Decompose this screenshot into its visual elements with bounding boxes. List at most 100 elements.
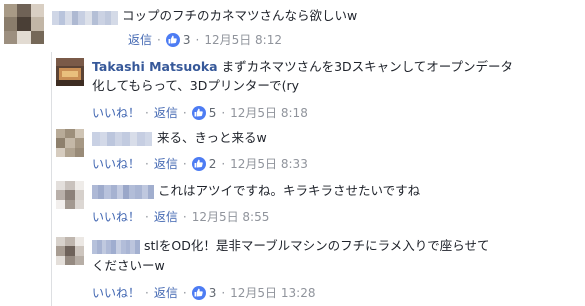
blur-pixel <box>74 190 84 200</box>
like-link[interactable]: いいね！ <box>92 208 140 225</box>
commenter-name-blurred[interactable] <box>92 185 155 199</box>
blur-pixel <box>65 246 75 256</box>
thumbs-up-icon <box>191 285 206 300</box>
avatar[interactable] <box>56 58 84 86</box>
timestamp[interactable]: 12月5日 8:33 <box>230 155 308 172</box>
blur-pixel <box>65 11 72 25</box>
like-count-badge[interactable]: 2 <box>191 156 216 171</box>
like-count-badge[interactable]: 3 <box>165 32 191 47</box>
reply-link[interactable]: 返信 <box>154 155 178 172</box>
like-count-badge[interactable]: 5 <box>191 105 216 120</box>
commenter-name[interactable]: Takashi Matsuoka <box>92 59 218 74</box>
blur-pixel <box>99 132 107 146</box>
blur-pixel <box>56 246 66 256</box>
comment-text: Takashi Matsuoka まずカネマツさんを3Dスキャンしてオープンデー… <box>92 57 513 76</box>
blur-pixel <box>30 4 44 18</box>
separator: · <box>182 156 187 171</box>
avatar[interactable] <box>56 181 84 209</box>
commenter-name-blurred[interactable] <box>92 132 152 146</box>
blur-pixel <box>56 255 66 265</box>
blur-pixel <box>135 240 140 254</box>
blur-pixel <box>56 237 66 247</box>
blur-pixel <box>98 11 105 25</box>
blur-pixel <box>147 185 155 199</box>
comment-1: コップのフチのカネマツさんなら欲しいw 返信 · 3 · 12月5日 8:12 <box>0 0 585 50</box>
separator: · <box>195 32 200 47</box>
avatar[interactable] <box>4 4 44 44</box>
like-link[interactable]: いいね！ <box>92 155 140 172</box>
separator: · <box>221 156 226 171</box>
blur-pixel <box>65 190 75 200</box>
avatar-blur <box>56 237 84 265</box>
blur-pixel <box>129 132 137 146</box>
timestamp[interactable]: 12月5日 8:12 <box>204 31 282 48</box>
comment-actions: いいね！ · 返信 · 3 · 12月5日 13:28 <box>92 284 315 301</box>
comment-5: stlをOD化！是非マーブルマシンのフチにラメ入りで座らせて くださいーw いい… <box>0 231 585 306</box>
blur-pixel <box>56 138 66 148</box>
comment-text: 来る、きっと来るw <box>157 130 267 145</box>
comment-3: 来る、きっと来るw いいね！ · 返信 · 2 · 12月5日 8:33 <box>0 125 585 175</box>
blur-pixel <box>114 132 122 146</box>
blur-pixel <box>58 11 66 25</box>
blur-pixel <box>30 17 44 31</box>
blur-pixel <box>122 132 130 146</box>
thumbs-up-icon <box>191 156 206 171</box>
avatar[interactable] <box>56 129 84 157</box>
commenter-name-blurred[interactable] <box>52 11 118 25</box>
avatar[interactable] <box>56 237 84 265</box>
blur-pixel <box>17 30 31 44</box>
blur-pixel <box>65 129 75 139</box>
comment-actions: 返信 · 3 · 12月5日 8:12 <box>128 31 282 48</box>
separator: · <box>145 209 149 224</box>
separator: · <box>145 105 149 120</box>
blur-pixel <box>65 138 75 148</box>
comment-text-line1: stlをOD化！是非マーブルマシンのフチにラメ入りで座らせて <box>144 238 490 253</box>
avatar-blur <box>4 4 44 44</box>
reply-link[interactable]: 返信 <box>154 208 178 225</box>
timestamp[interactable]: 12月5日 8:18 <box>230 104 308 121</box>
blur-pixel <box>65 237 75 247</box>
like-link[interactable]: いいね！ <box>92 284 140 301</box>
thumbs-up-icon <box>165 32 180 47</box>
thumbs-up-icon <box>191 105 206 120</box>
blur-pixel <box>74 181 84 191</box>
reply-link[interactable]: 返信 <box>128 31 152 48</box>
blur-pixel <box>56 190 66 200</box>
blur-pixel <box>111 11 118 25</box>
commenter-name-blurred[interactable] <box>92 240 140 254</box>
blur-pixel <box>56 181 66 191</box>
separator: · <box>145 285 149 300</box>
blur-pixel <box>4 17 18 31</box>
like-count: 3 <box>182 32 191 47</box>
separator: · <box>182 285 187 300</box>
blur-pixel <box>52 11 59 25</box>
separator: · <box>182 105 187 120</box>
comment-4: これはアツイですね。キラキラさせたいですね いいね！ · 返信 · 12月5日 … <box>0 178 585 228</box>
blur-pixel <box>74 199 84 209</box>
blur-pixel <box>56 199 66 209</box>
blur-pixel <box>84 11 92 25</box>
blur-pixel <box>104 11 112 25</box>
separator: · <box>157 32 161 47</box>
blur-pixel <box>56 129 66 139</box>
blur-pixel <box>74 147 84 157</box>
like-count-badge[interactable]: 3 <box>191 285 216 300</box>
blur-pixel <box>74 129 84 139</box>
blur-pixel <box>74 138 84 148</box>
comment-text-line2: 化してもらって、3Dプリンターで(ry <box>92 78 299 93</box>
timestamp[interactable]: 12月5日 8:55 <box>192 208 270 225</box>
comment-actions: いいね！ · 返信 · 2 · 12月5日 8:33 <box>92 155 308 172</box>
reply-link[interactable]: 返信 <box>154 104 178 121</box>
blur-pixel <box>71 11 79 25</box>
timestamp[interactable]: 12月5日 13:28 <box>230 284 315 301</box>
blur-pixel <box>74 255 84 265</box>
like-link[interactable]: いいね！ <box>92 104 140 121</box>
blur-pixel <box>4 4 18 18</box>
blur-pixel <box>92 132 100 146</box>
blur-pixel <box>65 181 75 191</box>
separator: · <box>221 285 226 300</box>
blur-pixel <box>144 132 152 146</box>
reply-link[interactable]: 返信 <box>154 284 178 301</box>
blur-pixel <box>4 30 18 44</box>
separator: · <box>182 209 187 224</box>
